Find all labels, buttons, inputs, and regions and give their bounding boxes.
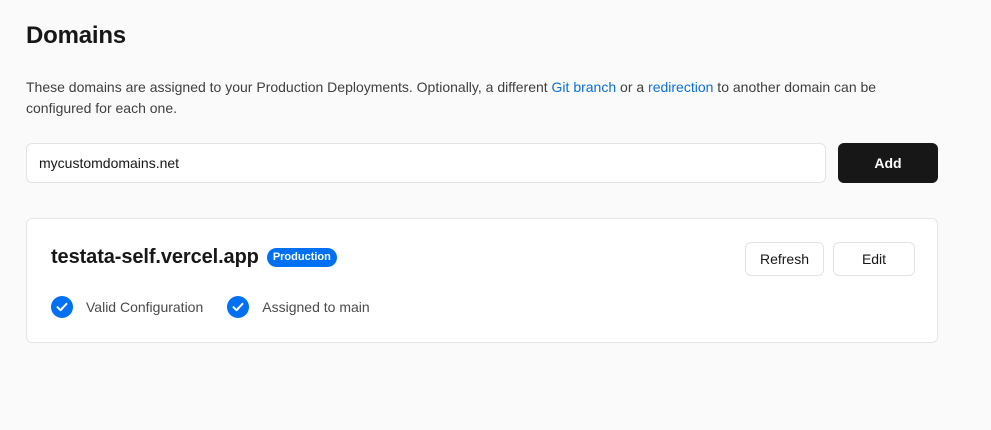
production-badge: Production (266, 248, 337, 267)
domain-name-link[interactable]: testata-self.vercel.app (51, 246, 259, 269)
status-valid-configuration: Valid Configuration (51, 296, 203, 318)
page-title: Domains (26, 22, 126, 49)
redirection-link[interactable]: redirection (648, 79, 713, 95)
domain-input[interactable] (26, 143, 826, 183)
add-button[interactable]: Add (838, 143, 938, 183)
refresh-button[interactable]: Refresh (745, 242, 824, 276)
description-text-1: These domains are assigned to your Produ… (26, 79, 552, 95)
check-circle-icon (51, 296, 73, 318)
description-text-2: or a (616, 79, 649, 95)
status-label: Assigned to main (262, 299, 370, 315)
git-branch-link[interactable]: Git branch (552, 79, 617, 95)
domain-card-header: testata-self.vercel.app Production (51, 246, 337, 269)
status-label: Valid Configuration (86, 299, 204, 315)
domain-status-row: Valid Configuration Assigned to main (51, 296, 394, 318)
domain-card: testata-self.vercel.app Production Refre… (26, 218, 938, 343)
status-assigned-branch: Assigned to main (227, 296, 370, 318)
domains-description: These domains are assigned to your Produ… (26, 77, 938, 119)
edit-button[interactable]: Edit (833, 242, 915, 276)
check-circle-icon (227, 296, 250, 318)
